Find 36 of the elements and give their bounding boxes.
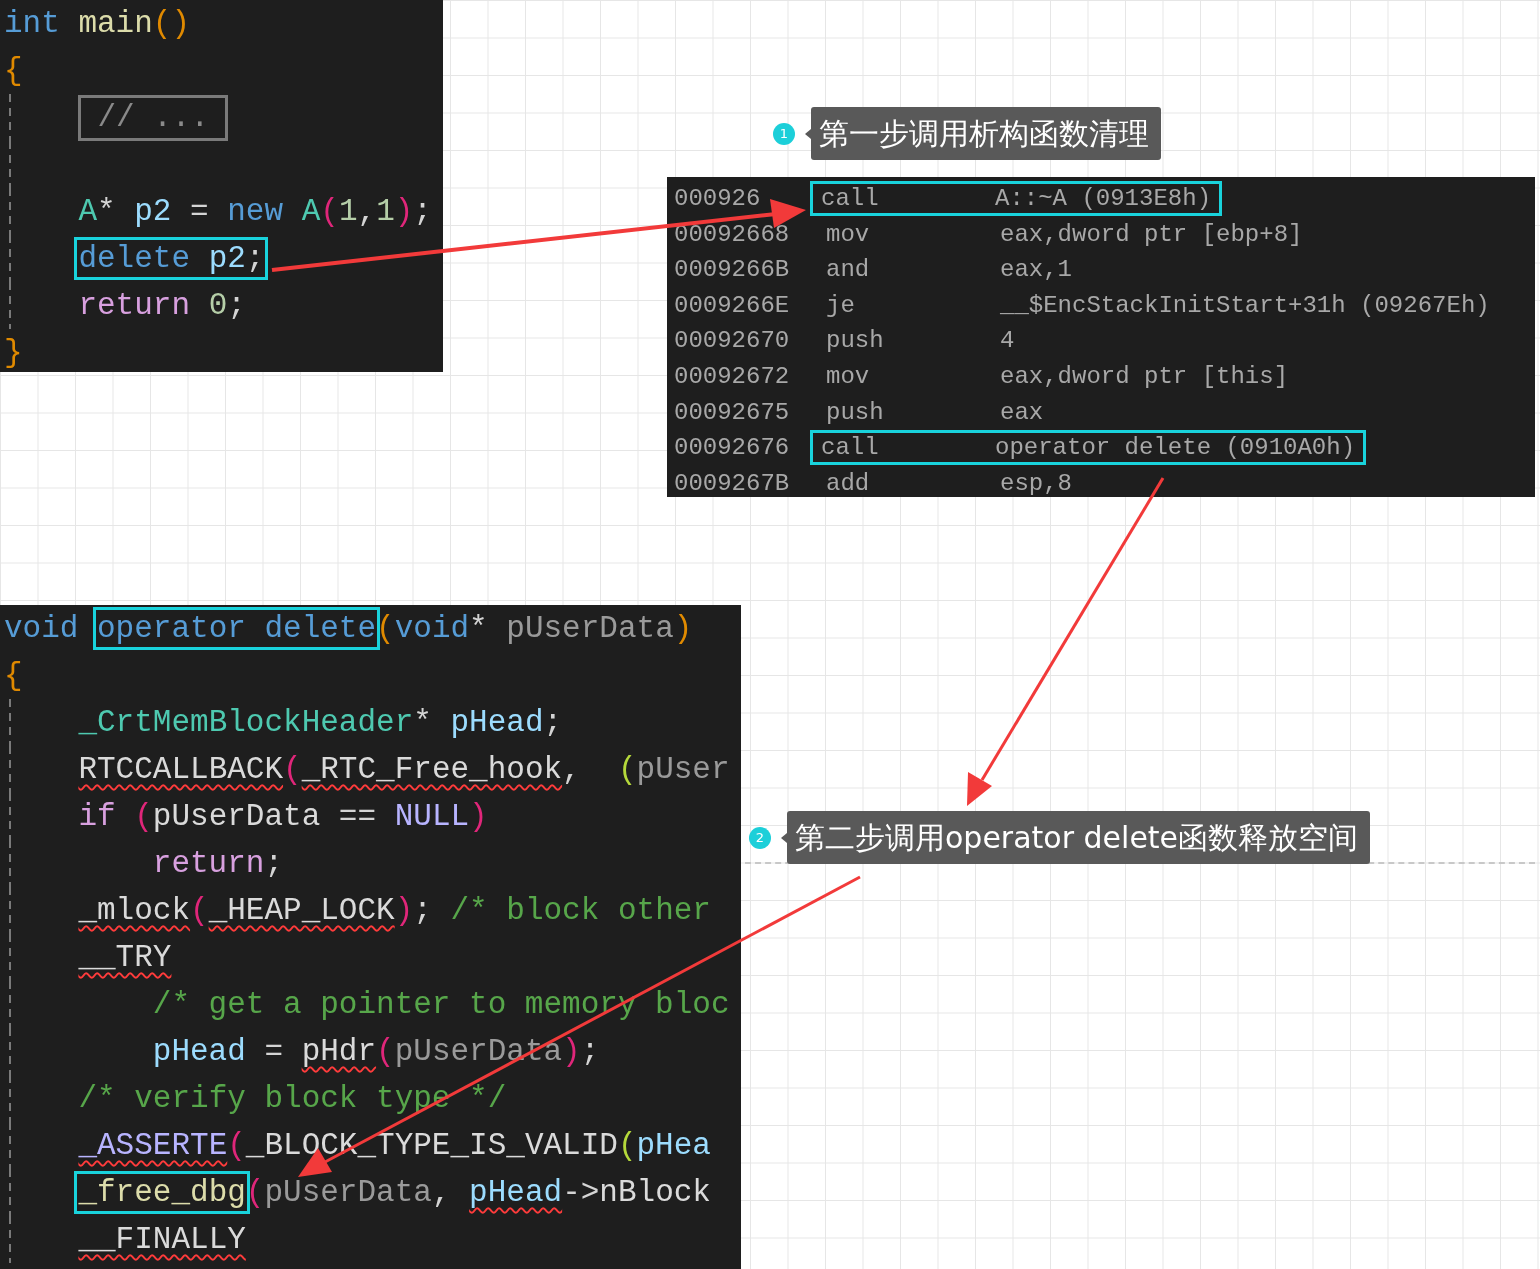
step-number-badge: 1	[773, 122, 795, 145]
address-text: 000926	[674, 184, 762, 214]
operand-text: A::~A (0913E8h)	[995, 184, 1212, 213]
address-text: 00092670	[674, 326, 791, 357]
address-text: 0009267B	[674, 468, 791, 499]
mnemonic-text: and	[826, 255, 871, 285]
mnemonic-text: push	[826, 326, 885, 356]
callout-label: 第二步调用operator delete函数释放空间	[787, 811, 1371, 864]
mnemonic-text: add	[826, 468, 871, 498]
code-line: int main()	[4, 5, 192, 43]
operand-text: operator delete (0910A0h)	[995, 433, 1356, 463]
code-line: {	[4, 52, 24, 90]
operand-text: eax,1	[1000, 255, 1072, 285]
mnemonic-text: push	[826, 397, 885, 427]
address-text: 00092676	[674, 433, 791, 464]
operand-text: 4	[1000, 326, 1015, 356]
address-text: 00092672	[674, 361, 791, 392]
callout-label: 第一步调用析构函数清理	[811, 107, 1161, 160]
address-text: 0009266E	[674, 290, 791, 321]
operand-text: eax,dword ptr [this]	[1000, 361, 1289, 391]
mnemonic-text: call	[821, 433, 880, 463]
operand-text: eax	[1000, 397, 1044, 427]
code-line: }	[4, 334, 24, 372]
mnemonic-text: call	[821, 184, 880, 213]
operand-text: __$EncStackInitStart+31h (09267Eh)	[1000, 290, 1490, 320]
step-number-badge: 2	[749, 826, 771, 849]
code-line: {	[4, 657, 24, 695]
address-text: 0009266B	[674, 255, 791, 286]
address-text: 00092668	[674, 219, 791, 250]
mnemonic-text: mov	[826, 219, 871, 249]
operand-text: eax,dword ptr [ebp+8]	[1000, 219, 1303, 249]
code-line: void operator delete(void* pUserData)	[4, 605, 741, 652]
mnemonic-text: mov	[826, 361, 871, 391]
address-text: 00092675	[674, 397, 791, 428]
mnemonic-text: je	[826, 290, 856, 320]
operand-text: esp,8	[1000, 468, 1072, 498]
